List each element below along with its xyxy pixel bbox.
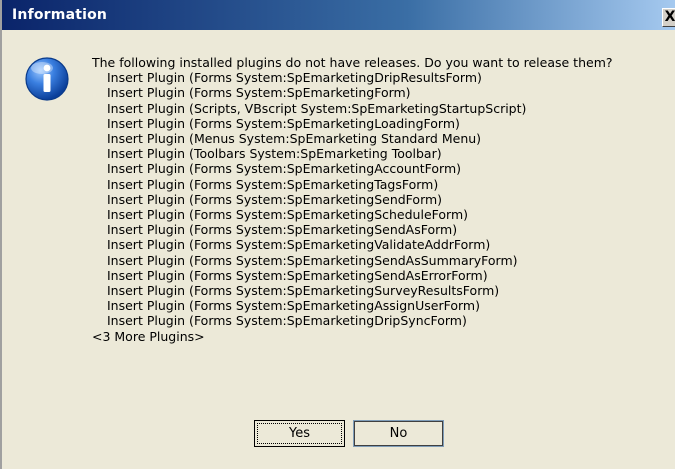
yes-button[interactable]: Yes (254, 420, 345, 447)
close-button[interactable]: X (662, 8, 675, 27)
plugin-item: Insert Plugin (Forms System:SpEmarketing… (107, 252, 518, 268)
plugin-item: Insert Plugin (Forms System:SpEmarketing… (107, 298, 480, 314)
plugin-item: Insert Plugin (Forms System:SpEmarketing… (107, 237, 491, 253)
plugin-item: Insert Plugin (Forms System:SpEmarketing… (107, 313, 467, 329)
message-prompt: The following installed plugins do not h… (92, 55, 613, 70)
plugin-item: Insert Plugin (Forms System:SpEmarketing… (107, 70, 482, 86)
plugin-item: Insert Plugin (Scripts, VBscript System:… (107, 100, 527, 116)
plugin-item: Insert Plugin (Forms System:SpEmarketing… (107, 161, 462, 177)
plugin-item: Insert Plugin (Forms System:SpEmarketing… (107, 85, 411, 101)
more-plugins-note: <3 More Plugins> (92, 328, 205, 344)
message-body: The following installed plugins do not h… (92, 55, 613, 344)
plugin-item: Insert Plugin (Forms System:SpEmarketing… (107, 176, 439, 192)
plugin-item: Insert Plugin (Forms System:SpEmarketing… (107, 222, 458, 238)
plugin-item: Insert Plugin (Forms System:SpEmarketing… (107, 267, 488, 283)
plugin-item: Insert Plugin (Menus System:SpEmarketing… (107, 131, 482, 147)
title-bar[interactable]: Information X (2, 0, 675, 30)
plugin-item: Insert Plugin (Forms System:SpEmarketing… (107, 207, 468, 223)
plugin-item: Insert Plugin (Toolbars System:SpEmarket… (107, 146, 442, 162)
plugin-item: Insert Plugin (Forms System:SpEmarketing… (107, 115, 460, 131)
plugin-item: Insert Plugin (Forms System:SpEmarketing… (107, 283, 500, 299)
close-icon: X (664, 9, 675, 25)
button-row: Yes No (2, 420, 675, 450)
dialog-title: Information (12, 7, 108, 23)
no-button[interactable]: No (353, 420, 444, 447)
information-dialog: Information X The following installed pl… (0, 0, 675, 469)
plugin-item: Insert Plugin (Forms System:SpEmarketing… (107, 191, 443, 207)
info-icon (25, 57, 69, 101)
